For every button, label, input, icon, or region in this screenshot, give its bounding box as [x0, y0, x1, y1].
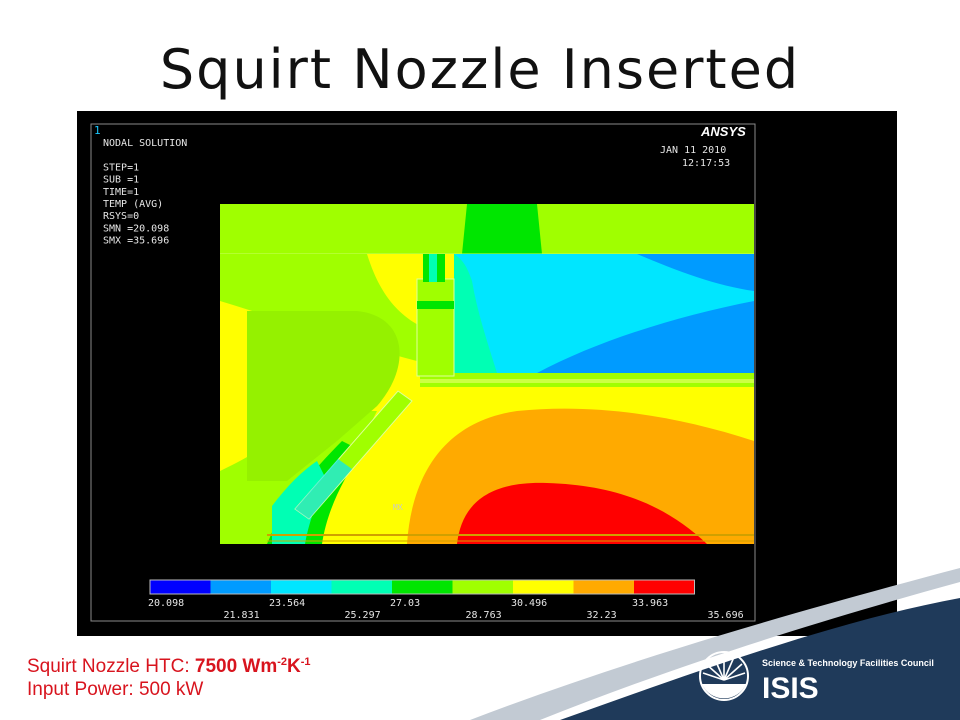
- fea-result-plot: 1 NODAL SOLUTION STEP=1 SUB =1 TIME=1 TEMP (…: [77, 111, 897, 636]
- info-line: TIME=1: [103, 187, 139, 198]
- info-line: STEP=1: [103, 162, 139, 173]
- stfc-emblem-icon: [699, 651, 749, 701]
- htc-exp2: -1: [300, 656, 311, 668]
- info-line: RSYS=0: [103, 211, 139, 222]
- ansys-logo: ANSYS: [700, 124, 746, 139]
- max-marker: MX: [393, 503, 403, 512]
- isis-wordmark: ISIS: [762, 672, 819, 705]
- info-line: TEMP (AVG): [103, 199, 163, 210]
- isis-stfc-logo: Science & Technology Facilities Council …: [699, 651, 934, 705]
- caption: Squirt Nozzle HTC: 7500 Wm-2K-1 Input Po…: [27, 655, 311, 701]
- slide-title: Squirt Nozzle Inserted: [159, 38, 801, 101]
- info-line: SMN =20.098: [103, 223, 169, 234]
- org-name: Science & Technology Facilities Council: [762, 658, 934, 668]
- plot-date: JAN 11 2010: [660, 145, 726, 156]
- info-line: NODAL SOLUTION: [103, 138, 187, 149]
- window-number: 1: [94, 124, 101, 137]
- htc-exp1: -2: [277, 656, 288, 668]
- caption-power: Input Power: 500 kW: [27, 679, 204, 700]
- caption-htc: Squirt Nozzle HTC: 7500 Wm-2K-1: [27, 655, 311, 678]
- htc-label: Squirt Nozzle HTC:: [27, 656, 195, 677]
- htc-value: 7500 Wm-2K-1: [195, 656, 311, 677]
- htc-unit-k: K: [287, 656, 301, 677]
- info-line: SMX =35.696: [103, 236, 169, 247]
- temperature-contour-model: MX: [220, 204, 754, 544]
- htc-number: 7500 Wm: [194, 656, 278, 677]
- plot-time: 12:17:53: [682, 158, 730, 169]
- info-line: SUB =1: [103, 175, 139, 186]
